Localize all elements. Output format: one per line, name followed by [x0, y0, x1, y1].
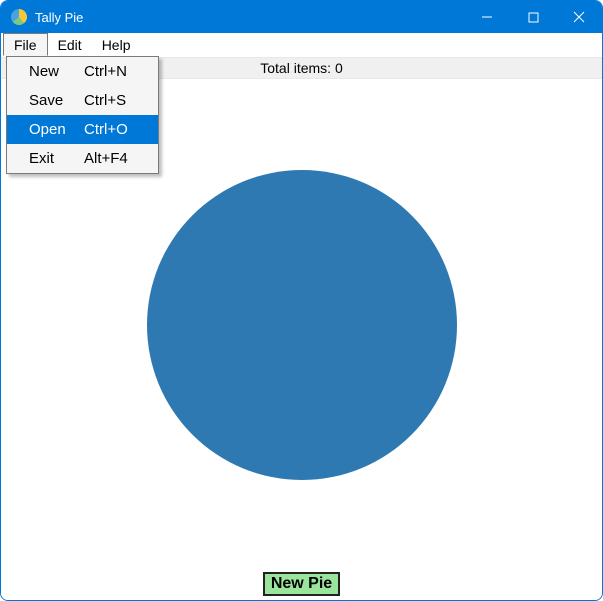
menu-edit-label: Edit — [58, 37, 82, 53]
file-dropdown: New Ctrl+N Save Ctrl+S Open Ctrl+O Exit … — [6, 56, 159, 174]
file-menu-new-label: New — [29, 63, 84, 80]
window-controls — [464, 1, 602, 33]
file-menu-save[interactable]: Save Ctrl+S — [7, 86, 158, 115]
file-menu-save-shortcut: Ctrl+S — [84, 92, 144, 109]
new-pie-button[interactable]: New Pie — [263, 572, 340, 596]
app-window: Tally Pie File Edit Help Total items: 0 … — [0, 0, 603, 601]
file-menu-exit-shortcut: Alt+F4 — [84, 150, 144, 167]
titlebar: Tally Pie — [1, 1, 602, 33]
pie-chart — [147, 170, 457, 480]
file-menu-open[interactable]: Open Ctrl+O — [7, 115, 158, 144]
menu-file-label: File — [14, 37, 37, 53]
menu-help-label: Help — [102, 37, 131, 53]
file-menu-open-shortcut: Ctrl+O — [84, 121, 144, 138]
menu-file[interactable]: File — [3, 33, 48, 56]
maximize-icon — [528, 12, 539, 23]
file-menu-exit[interactable]: Exit Alt+F4 — [7, 144, 158, 173]
close-button[interactable] — [556, 1, 602, 33]
menubar: File Edit Help — [1, 33, 602, 57]
file-menu-open-label: Open — [29, 121, 84, 138]
close-icon — [573, 11, 585, 23]
window-title: Tally Pie — [35, 10, 83, 25]
app-icon — [11, 9, 27, 25]
bottom-bar: New Pie — [1, 570, 602, 600]
maximize-button[interactable] — [510, 1, 556, 33]
file-menu-new-shortcut: Ctrl+N — [84, 63, 144, 80]
menu-edit[interactable]: Edit — [48, 33, 92, 56]
minimize-button[interactable] — [464, 1, 510, 33]
file-menu-save-label: Save — [29, 92, 84, 109]
menu-help[interactable]: Help — [92, 33, 141, 56]
file-menu-exit-label: Exit — [29, 150, 84, 167]
total-items-label: Total items: 0 — [260, 60, 342, 76]
minimize-icon — [481, 11, 493, 23]
file-menu-new[interactable]: New Ctrl+N — [7, 57, 158, 86]
